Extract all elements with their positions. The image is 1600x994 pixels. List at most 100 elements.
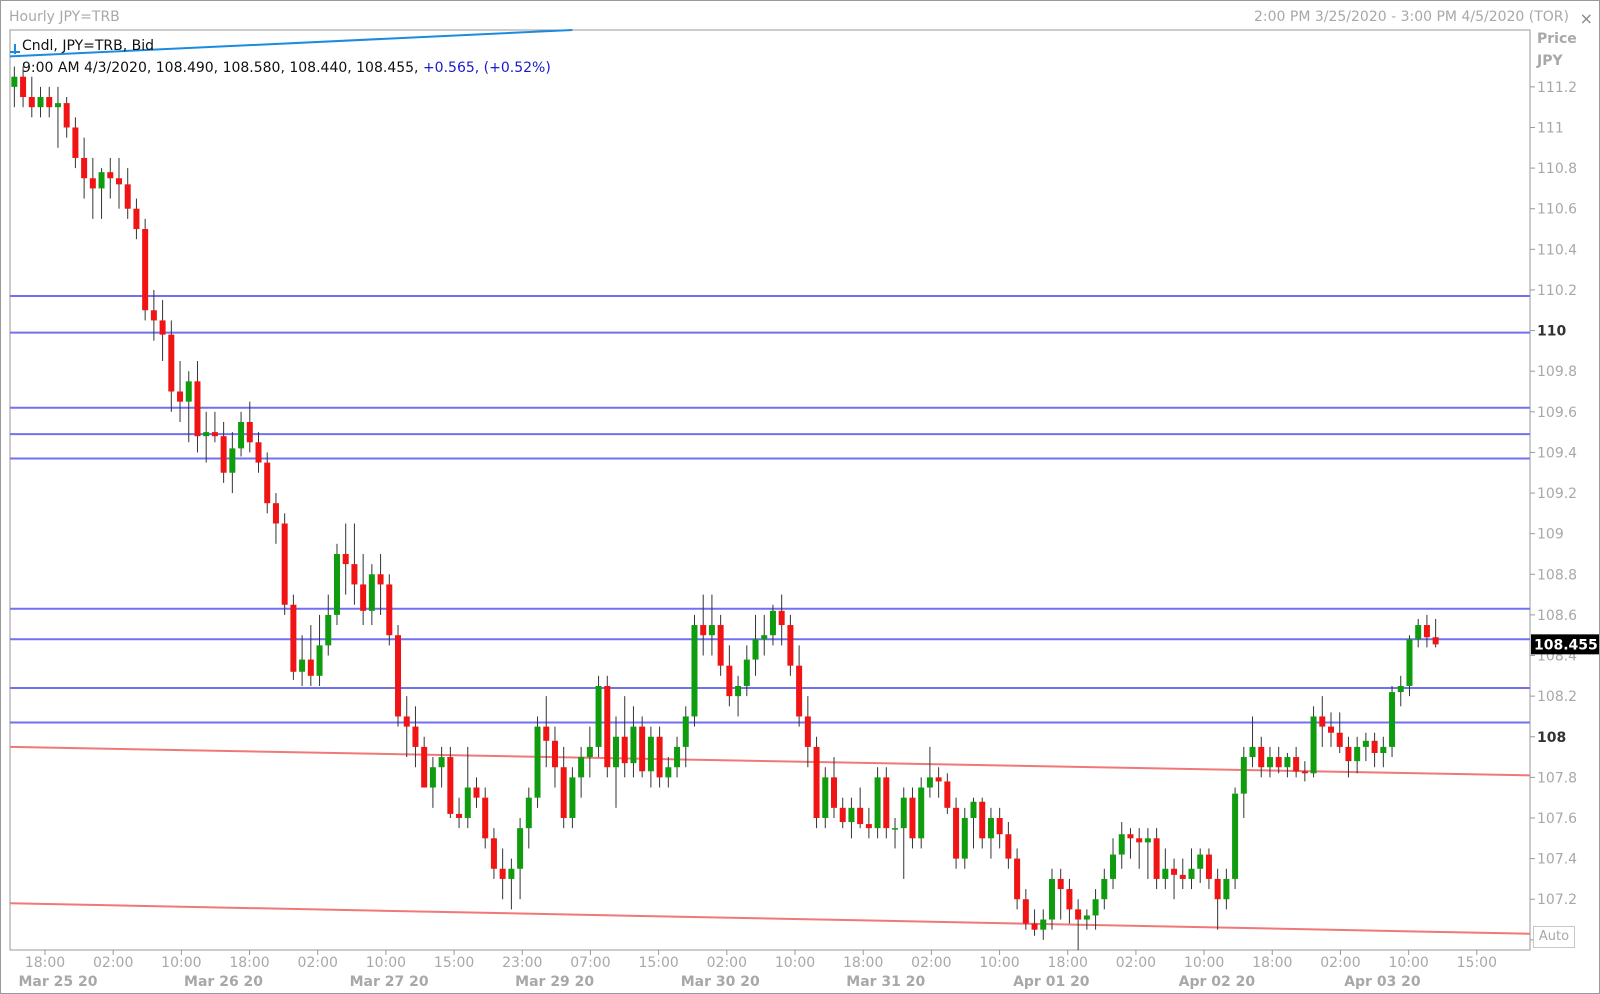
legend-series-name: Cndl, JPY=TRB, Bid [22,38,155,54]
candle-body [813,746,820,818]
candle-body [264,462,271,504]
candle-body [543,726,550,741]
candle-body [839,807,846,823]
y-tick-label: 110.6 [1537,202,1577,218]
y-tick-label: 107.2 [1537,892,1577,908]
candle-body [456,813,463,818]
candle-body [848,807,855,823]
candle-body [168,334,175,392]
candle-body [691,625,698,717]
candle-body [386,584,393,636]
x-date-label: Mar 25 20 [19,974,98,990]
candle-body [46,97,53,108]
candle-body [961,817,968,859]
candle-body [28,97,35,108]
candle-body [246,421,253,443]
candle-body [499,868,506,879]
candle-body [185,381,192,402]
candle-body [717,625,724,666]
candle-body [412,726,419,747]
price-axis-title: Price JPY [1537,28,1577,72]
candle-body [438,757,445,768]
candle-body [778,610,785,626]
candle-body [447,757,454,814]
candle-body [883,777,890,829]
candle-body [560,767,567,818]
candle-body [1144,838,1151,843]
candle-body [708,625,715,636]
candle-body [490,838,497,869]
candle-body [1205,854,1212,879]
candle-body [107,172,114,179]
candle-body [1223,878,1230,900]
y-tick-label: 111.2 [1537,80,1577,96]
candle-body [1345,746,1352,762]
x-time-label: 18:00 [25,955,65,971]
x-date-label: Mar 29 20 [515,974,594,990]
candle-body [1301,771,1308,774]
y-tick-label: 109 [1537,527,1564,543]
auto-scale-button[interactable]: Auto [1533,926,1575,948]
candle-body [351,564,358,585]
candle-body [639,726,646,772]
candle-body [1110,854,1117,879]
candle-body [220,436,227,473]
candle-body [37,97,44,108]
candle-body [307,659,314,676]
x-date-label: Apr 03 20 [1344,974,1421,990]
candle-body [1092,899,1099,916]
candle-body [1066,889,1073,910]
candle-body [926,777,933,788]
candle-body [1101,878,1108,900]
candle-body [159,320,166,335]
candle-body [290,604,297,672]
candle-body [1397,685,1404,693]
x-time-label: 10:00 [366,955,406,971]
candle-body [586,746,593,758]
candle-body [20,76,27,98]
x-time-label: 02:00 [1116,955,1156,971]
candle-body [368,574,375,611]
candle-body [203,432,210,437]
candle-body [1406,639,1413,686]
candle-body [970,801,977,818]
y-tick-label: 107.6 [1537,811,1577,827]
candle-body [81,157,88,179]
candle-body [238,421,245,449]
candle-body [935,777,942,782]
candle-body [1197,854,1204,869]
x-time-label: 02:00 [911,955,951,971]
candle-body [918,787,925,839]
candle-body [1075,909,1082,920]
candle-body [1153,838,1160,879]
candle-body [325,614,332,646]
plot-area [9,29,1531,951]
last-price-label: 108.455 [1534,637,1598,653]
candle-body [987,817,994,839]
candle-body [115,178,122,185]
candle-body [830,777,837,808]
candle-body [569,777,576,818]
candle-body [1005,834,1012,859]
candle-body [360,584,367,611]
candle-body [98,172,105,189]
candle-body [1188,868,1195,879]
candle-body [133,208,140,230]
candle-body [272,503,279,524]
x-time-label: 02:00 [298,955,338,971]
candle-body [647,736,654,772]
x-time-label: 10:00 [1184,955,1224,971]
legend-values: 9:00 AM 4/3/2020, 108.490, 108.580, 108.… [22,60,551,76]
candle-body [1319,716,1326,727]
candle-body [508,868,515,879]
x-time-label: 15:00 [638,955,678,971]
candle-body [150,310,157,321]
x-time-label: 02:00 [93,955,133,971]
x-time-label: 18:00 [229,955,269,971]
candle-body [1162,868,1169,879]
candle-body [1232,793,1239,879]
legend-ohlc: 9:00 AM 4/3/2020, 108.490, 108.580, 108.… [22,60,423,76]
x-date-label: Mar 27 20 [350,974,429,990]
candle-body [194,381,201,437]
candlestick-chart[interactable]: 111.2 111 110.8 110.6 110.4 110.2 110 109.8 109.… [0,0,1600,994]
